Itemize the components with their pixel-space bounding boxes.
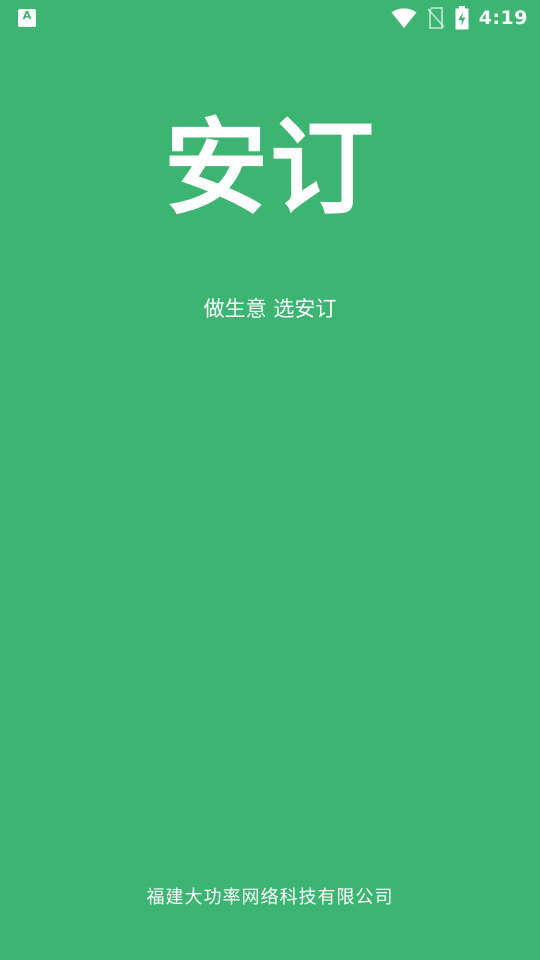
app-title: 安订 — [163, 107, 376, 229]
status-icons: 4:19 — [391, 5, 528, 31]
company-name: 福建大功率网络科技有限公司 — [146, 887, 394, 908]
no-sim-icon — [426, 7, 445, 29]
status-bar: A 4:19 — [0, 0, 540, 36]
app-notification-icon: A — [18, 9, 36, 27]
app-notification-letter: A — [22, 9, 32, 22]
wifi-icon — [391, 8, 417, 28]
battery-charging-icon — [455, 6, 469, 30]
status-clock: 4:19 — [478, 7, 528, 29]
app-slogan: 做生意 选安订 — [203, 297, 337, 321]
